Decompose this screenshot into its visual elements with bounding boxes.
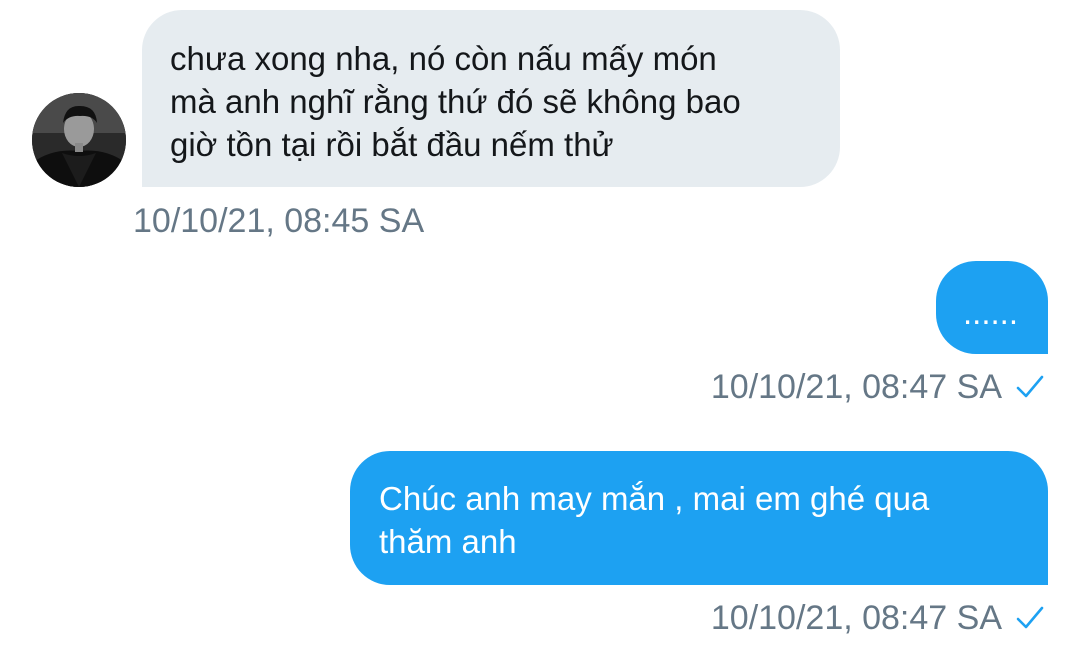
message-timestamp-row: 10/10/21, 08:47 SA (711, 598, 1044, 638)
outgoing-message-bubble[interactable]: Chúc anh may mắn , mai em ghé qua thăm a… (350, 451, 1048, 585)
avatar-photo (32, 93, 126, 187)
message-timestamp: 10/10/21, 08:47 SA (710, 599, 1002, 637)
check-icon (1016, 374, 1044, 400)
message-timestamp-row: 10/10/21, 08:47 SA (711, 367, 1044, 407)
message-timestamp: 10/10/21, 08:47 SA (710, 368, 1002, 406)
check-icon (1016, 605, 1044, 631)
outgoing-message-bubble[interactable]: ...... (936, 261, 1048, 354)
sender-avatar[interactable] (32, 93, 126, 187)
incoming-message-bubble[interactable]: chưa xong nha, nó còn nấu mấy món mà anh… (142, 10, 840, 187)
message-timestamp: 10/10/21, 08:45 SA (133, 202, 425, 240)
